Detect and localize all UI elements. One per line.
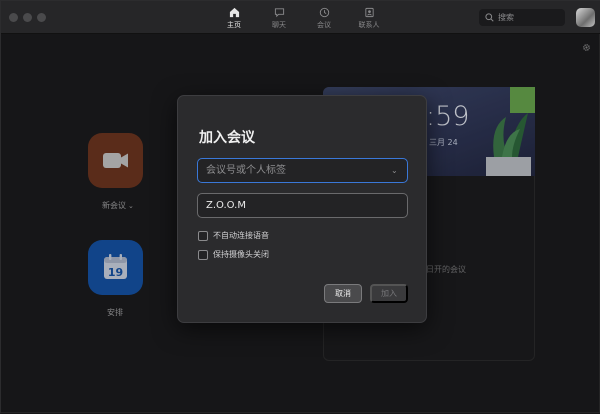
display-name-input[interactable] <box>197 193 408 218</box>
home-icon <box>229 7 239 18</box>
title-bar: 主页 聊天 会议 联系人 搜索 <box>1 1 600 34</box>
zoom-main-window: 主页 聊天 会议 联系人 搜索 新会议 ⌄ 19 安排:59 三月 24 日开… <box>0 0 600 414</box>
option-video-off[interactable]: 保持摄像头关闭 <box>198 249 269 260</box>
tab-contacts[interactable]: 联系人 <box>344 1 394 34</box>
tab-home[interactable]: 主页 <box>209 1 259 34</box>
chevron-down-icon[interactable]: ⌄ <box>391 166 398 175</box>
clock-icon <box>319 7 329 18</box>
tab-chat-label: 聊天 <box>272 21 286 29</box>
video-off-checkbox[interactable] <box>198 249 208 260</box>
join-meeting-dialog: 加入会议 ⌄ 不自动连接语音 保持摄像头关闭 取消 加入 <box>177 95 427 323</box>
avatar[interactable] <box>576 8 595 27</box>
cancel-button[interactable]: 取消 <box>324 284 362 303</box>
tab-meetings-label: 会议 <box>317 21 331 29</box>
search-box[interactable]: 搜索 <box>479 9 565 26</box>
zoom-window-button[interactable] <box>37 13 46 22</box>
tab-contacts-label: 联系人 <box>358 21 380 29</box>
minimize-window-button[interactable] <box>23 13 32 22</box>
dialog-title: 加入会议 <box>199 130 255 146</box>
tab-chat[interactable]: 聊天 <box>254 1 304 34</box>
tab-meetings[interactable]: 会议 <box>299 1 349 34</box>
join-button[interactable]: 加入 <box>370 284 408 303</box>
option-no-audio[interactable]: 不自动连接语音 <box>198 230 269 241</box>
video-off-label: 保持摄像头关闭 <box>213 250 269 259</box>
close-window-button[interactable] <box>9 13 18 22</box>
chat-icon <box>274 8 284 18</box>
contacts-icon <box>364 7 374 18</box>
tab-home-label: 主页 <box>227 21 241 29</box>
no-audio-checkbox[interactable] <box>198 230 208 241</box>
search-icon <box>485 13 494 22</box>
meeting-id-input[interactable] <box>197 158 408 183</box>
no-audio-label: 不自动连接语音 <box>213 231 269 240</box>
search-placeholder: 搜索 <box>498 13 514 22</box>
